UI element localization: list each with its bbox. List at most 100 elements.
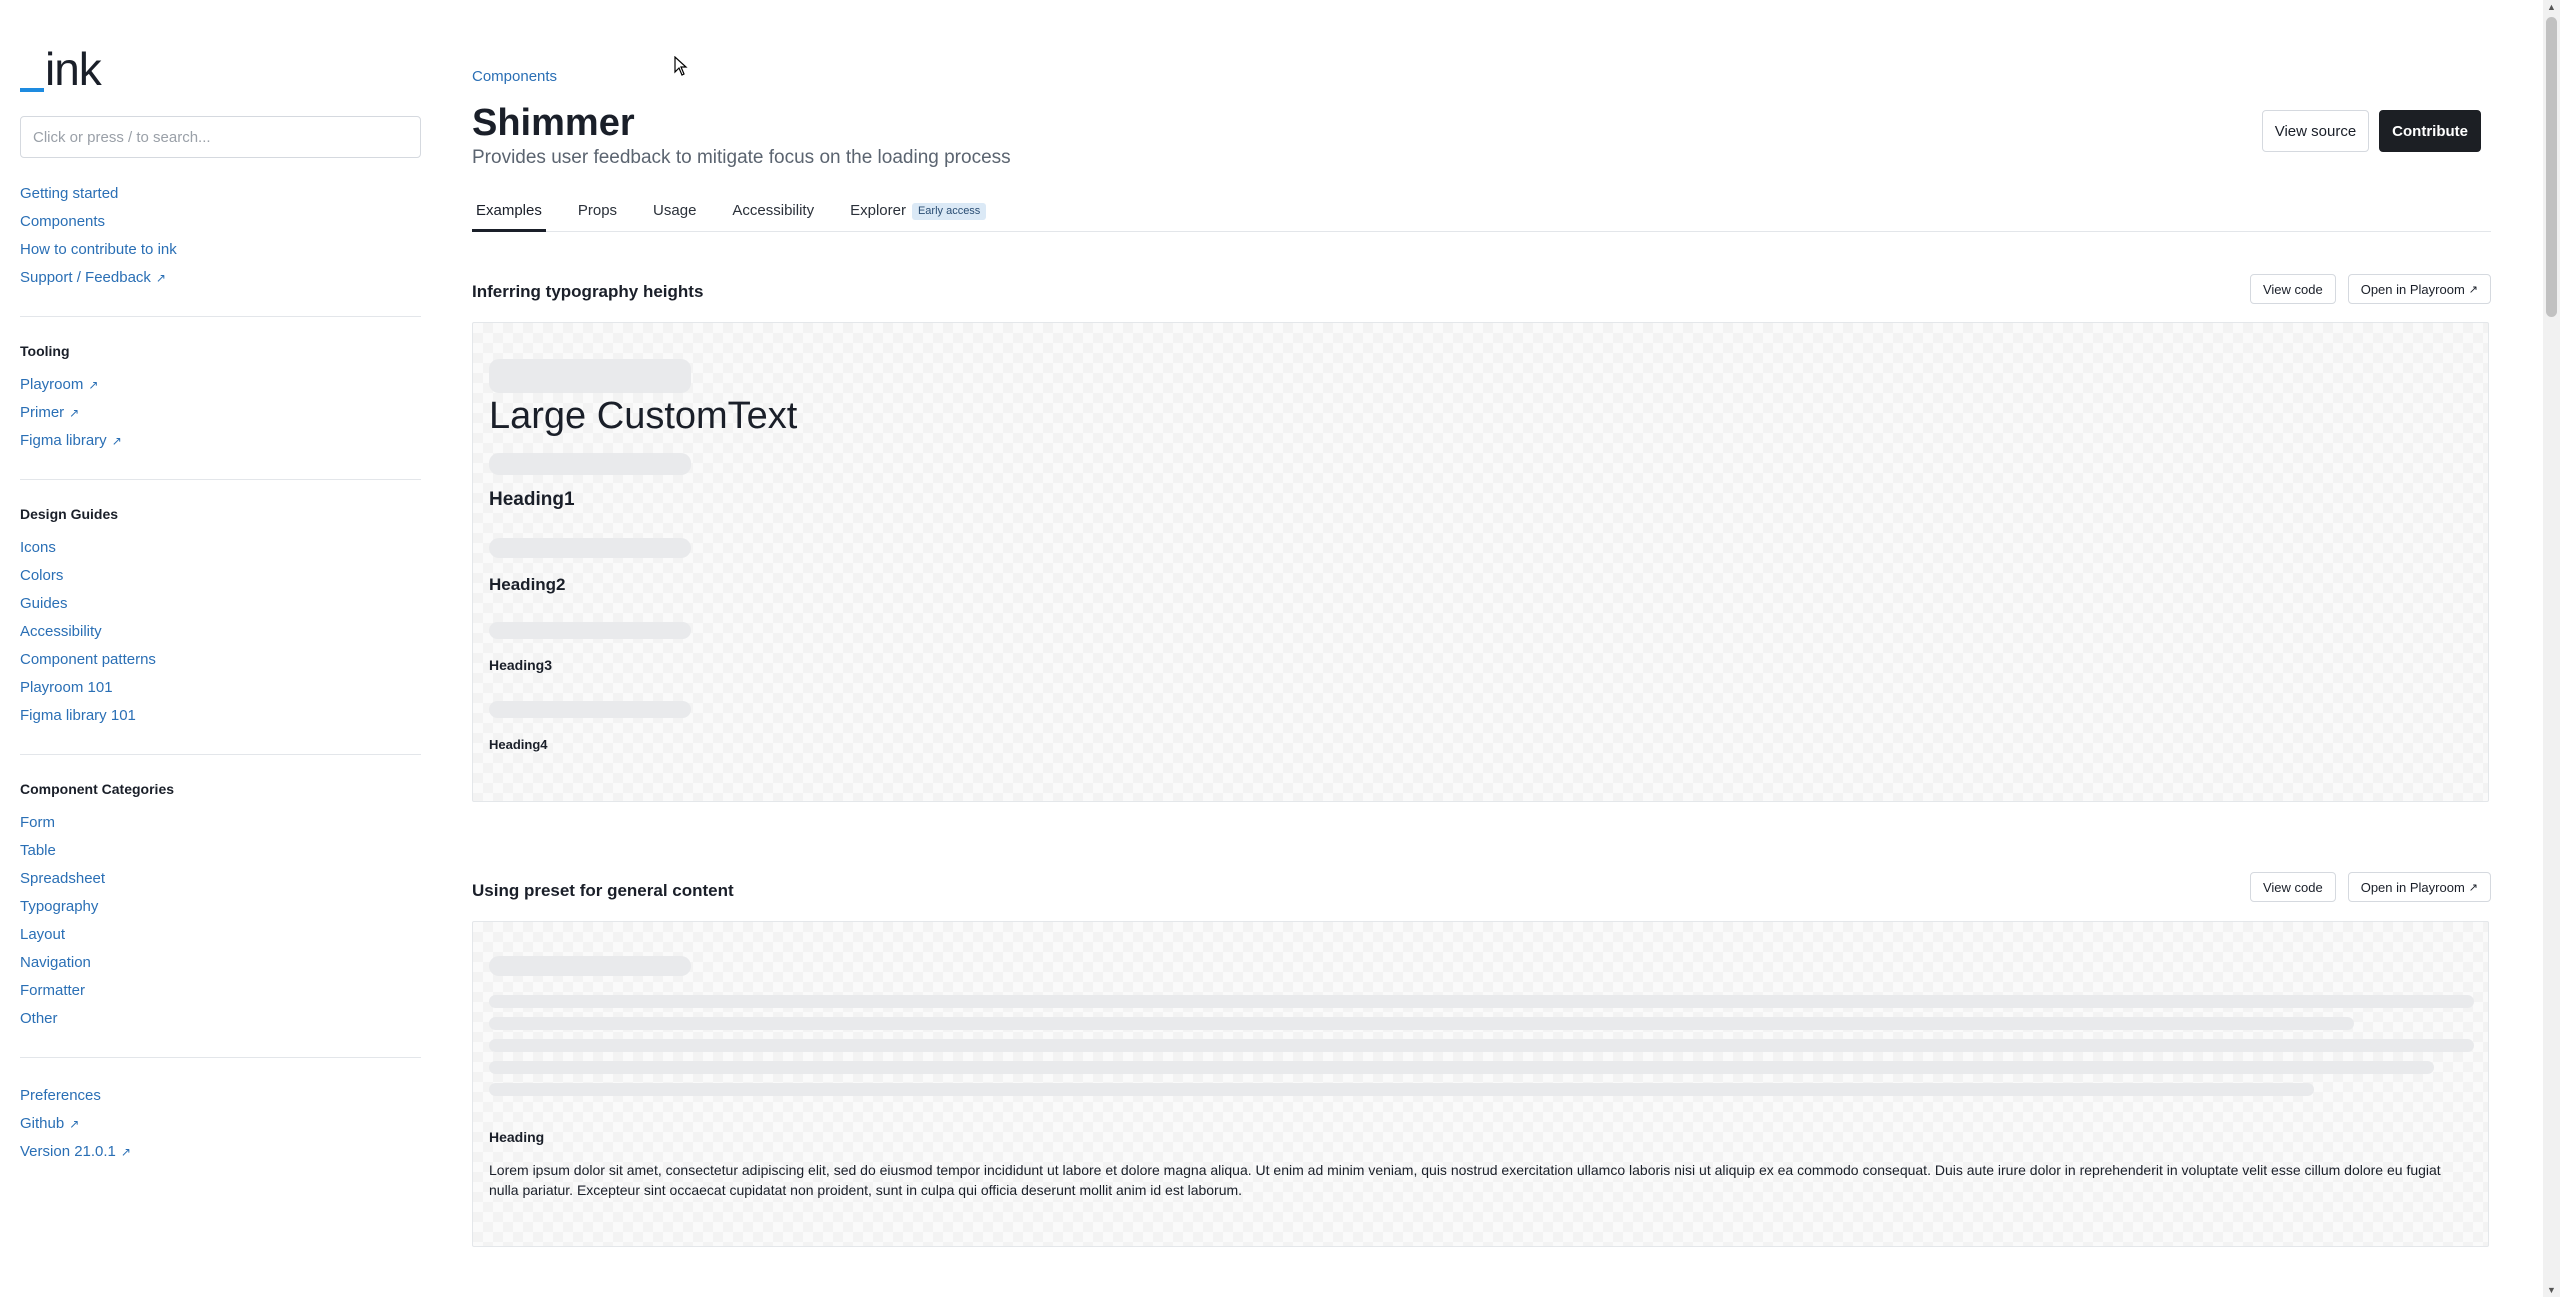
open-in-playroom-button[interactable]: Open in Playroom ↗: [2347, 872, 2491, 902]
heading3-text: Heading3: [489, 657, 553, 673]
shimmer-placeholder: [489, 1039, 2474, 1052]
section-actions: View code Open in Playroom ↗: [2249, 274, 2491, 304]
logo[interactable]: ink: [20, 40, 421, 96]
shimmer-placeholder: [489, 1061, 2434, 1074]
tab-usage-label: Usage: [653, 202, 697, 219]
nav-typography[interactable]: Typography: [20, 893, 421, 921]
nav-components-label: Components: [20, 213, 106, 230]
shimmer-placeholder: [489, 995, 2474, 1008]
tab-examples[interactable]: Examples: [472, 198, 546, 232]
design-guides-title: Design Guides: [20, 506, 119, 522]
shimmer-placeholder: [489, 1083, 2314, 1096]
shimmer-placeholder: [489, 622, 691, 639]
nav-figma-library-label: Figma library: [20, 432, 107, 449]
external-link-icon: ↗: [69, 406, 80, 420]
nav-figma-library[interactable]: Figma library ↗: [20, 427, 421, 455]
design-guides-group: Design Guides Icons Colors Guides Access…: [20, 504, 421, 730]
header-actions: View source Contribute: [2261, 110, 2481, 152]
nav-colors[interactable]: Colors: [20, 562, 421, 590]
example-preview: Large CustomText Heading1 Heading2 Headi…: [472, 322, 2489, 802]
nav-accessibility[interactable]: Accessibility: [20, 618, 421, 646]
nav-preferences-label: Preferences: [20, 1087, 101, 1104]
nav-version[interactable]: Version 21.0.1 ↗: [20, 1138, 421, 1166]
component-categories-group: Component Categories Form Table Spreadsh…: [20, 779, 421, 1033]
nav-formatter[interactable]: Formatter: [20, 977, 421, 1005]
nav-other[interactable]: Other: [20, 1005, 421, 1033]
view-code-label: View code: [2262, 879, 2323, 895]
nav-table[interactable]: Table: [20, 837, 421, 865]
sidebar-divider: [20, 316, 421, 317]
contribute-button[interactable]: Contribute: [2379, 110, 2481, 152]
tab-usage[interactable]: Usage: [649, 198, 700, 231]
nav-components[interactable]: Components: [20, 208, 421, 236]
sidebar-divider: [20, 754, 421, 755]
tooling-group: Tooling Playroom ↗ Primer ↗ Figma library ↗: [20, 341, 421, 455]
open-in-playroom-label: Open in Playroom: [2360, 281, 2465, 297]
content-heading: Heading: [489, 1129, 545, 1145]
nav-github[interactable]: Github ↗: [20, 1110, 421, 1138]
external-link-icon: ↗: [2468, 283, 2478, 296]
tab-examples-label: Examples: [476, 202, 542, 219]
sidebar: ink Getting started Components How to co…: [20, 40, 421, 1166]
nav-layout[interactable]: Layout: [20, 921, 421, 949]
page-subtitle: Provides user feedback to mitigate focus…: [472, 147, 1011, 168]
shimmer-placeholder: [489, 1017, 2354, 1030]
nav-playroom[interactable]: Playroom ↗: [20, 371, 421, 399]
breadcrumb[interactable]: Components: [472, 68, 557, 85]
nav-primer[interactable]: Primer ↗: [20, 399, 421, 427]
nav-component-patterns[interactable]: Component patterns: [20, 646, 421, 674]
sidebar-divider: [20, 479, 421, 480]
external-link-icon: ↗: [2468, 881, 2478, 894]
nav-navigation[interactable]: Navigation: [20, 949, 421, 977]
section-actions: View code Open in Playroom ↗: [2249, 872, 2491, 902]
early-access-badge: Early access: [911, 203, 987, 220]
large-custom-text: Large CustomText: [489, 395, 798, 437]
external-link-icon: ↗: [120, 1145, 131, 1159]
scroll-down-arrow-icon[interactable]: ▼: [2547, 1285, 2556, 1295]
vertical-scrollbar[interactable]: ▲ ▼: [2543, 0, 2560, 1297]
scroll-thumb[interactable]: [2546, 17, 2557, 317]
logo-underscore-bar: [20, 88, 44, 92]
component-categories-title: Component Categories: [20, 781, 175, 797]
shimmer-placeholder: [489, 701, 691, 718]
logo-text: ink: [45, 43, 102, 95]
nav-how-to-contribute-label: How to contribute to ink: [20, 241, 177, 258]
example-preview: Heading Lorem ipsum dolor sit amet, cons…: [472, 921, 2489, 1247]
view-source-button[interactable]: View source: [2261, 110, 2370, 152]
sidebar-divider: [20, 1057, 421, 1058]
nav-figma-library-101[interactable]: Figma library 101: [20, 702, 421, 730]
view-code-button[interactable]: View code: [2249, 274, 2336, 304]
shimmer-placeholder: [489, 956, 691, 976]
heading1-text: Heading1: [489, 489, 575, 510]
nav-preferences[interactable]: Preferences: [20, 1082, 421, 1110]
tab-props[interactable]: Props: [574, 198, 621, 231]
nav-form[interactable]: Form: [20, 809, 421, 837]
external-link-icon: ↗: [69, 1117, 80, 1131]
external-link-icon: ↗: [155, 271, 166, 285]
tab-explorer[interactable]: Explorer Early access: [846, 198, 990, 231]
nav-primer-label: Primer: [20, 404, 65, 421]
heading2-text: Heading2: [489, 575, 566, 594]
shimmer-placeholder: [489, 453, 691, 475]
open-in-playroom-button[interactable]: Open in Playroom ↗: [2347, 274, 2491, 304]
nav-playroom-101[interactable]: Playroom 101: [20, 674, 421, 702]
nav-icons[interactable]: Icons: [20, 534, 421, 562]
scroll-up-arrow-icon[interactable]: ▲: [2547, 2, 2556, 12]
open-in-playroom-label: Open in Playroom: [2360, 879, 2465, 895]
tab-accessibility[interactable]: Accessibility: [728, 198, 818, 231]
nav-getting-started[interactable]: Getting started: [20, 180, 421, 208]
nav-github-label: Github: [20, 1115, 65, 1132]
nav-support-feedback[interactable]: Support / Feedback ↗: [20, 264, 421, 292]
search-input[interactable]: [20, 116, 421, 158]
nav-how-to-contribute[interactable]: How to contribute to ink: [20, 236, 421, 264]
nav-spreadsheet[interactable]: Spreadsheet: [20, 865, 421, 893]
nav-support-feedback-label: Support / Feedback: [20, 269, 151, 286]
footer-links: Preferences Github ↗ Version 21.0.1 ↗: [20, 1082, 421, 1166]
nav-version-label: Version 21.0.1: [20, 1143, 116, 1160]
heading4-text: Heading4: [489, 737, 548, 752]
section-title-general-content: Using preset for general content: [472, 881, 734, 900]
view-code-button[interactable]: View code: [2249, 872, 2336, 902]
section-title-typography-heights: Inferring typography heights: [472, 282, 704, 301]
nav-guides[interactable]: Guides: [20, 590, 421, 618]
shimmer-placeholder: [489, 538, 691, 558]
